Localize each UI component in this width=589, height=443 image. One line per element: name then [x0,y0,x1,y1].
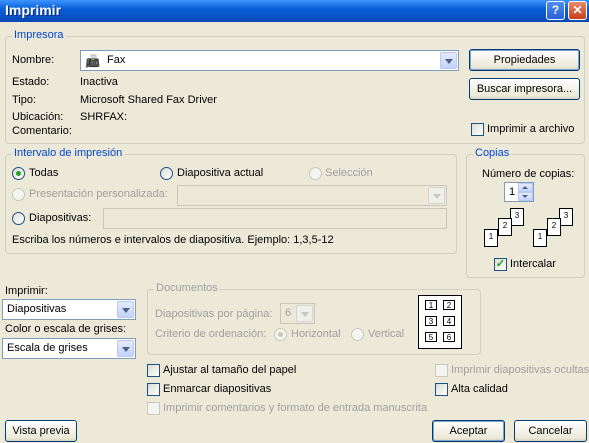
preview-cell: 1 [425,300,437,310]
imprimir-select[interactable]: Diapositivas [2,299,136,320]
cancelar-button[interactable]: Cancelar [514,420,587,442]
diapositivas-label: Diapositivas: [29,212,92,224]
chevron-down-icon[interactable] [440,52,457,69]
title-bar [0,0,589,22]
vertical-label: Vertical [368,328,405,340]
imprimir-value: Diapositivas [7,303,67,315]
enmarcar-checkbox[interactable] [147,383,160,396]
ajustar-checkbox[interactable] [147,364,160,377]
todas-label: Todas [29,167,59,179]
vista-previa-button[interactable]: Vista previa [5,420,77,442]
horizontal-label: Horizontal [291,328,341,340]
imprimir-archivo-checkbox[interactable] [471,123,484,136]
ocultas-checkbox[interactable] [435,364,448,377]
horizontal-radio[interactable] [274,328,287,341]
check-icon: ✓ [495,258,506,270]
ubicacion-value: SHRFAX: [80,111,128,123]
documentos-legend: Documentos [154,282,220,294]
preview-cell: 4 [443,316,455,326]
preview-cell: 5 [425,332,437,342]
presentacion-label: Presentación personalizada: [29,188,168,200]
numero-copias-spinner[interactable]: 1 [504,182,534,202]
aceptar-button[interactable]: Aceptar [432,420,505,442]
seleccion-radio[interactable] [309,167,322,180]
estado-value: Inactiva [80,76,118,88]
intercalar-checkbox[interactable]: ✓ [494,258,507,271]
alta-calidad-label: Alta calidad [451,383,508,395]
buscar-impresora-button[interactable]: Buscar impresora... [469,78,580,100]
color-select[interactable]: Escala de grises [2,338,136,359]
preview-cell: 6 [443,332,455,342]
comentario-label: Comentario: [12,125,72,137]
por-pagina-label: Diapositivas por página: [155,308,273,320]
numero-copias-value: 1 [509,186,516,198]
chevron-down-icon[interactable] [296,305,313,322]
collate-page: 1 [533,229,547,247]
spin-up-icon[interactable] [518,183,533,192]
collate-page: 3 [559,208,573,226]
comentarios-label: Imprimir comentarios y formato de entrad… [163,402,428,414]
spin-down-icon[interactable] [518,192,533,201]
color-label: Color o escala de grises: [5,323,127,335]
intervalo-legend: Intervalo de impresión [12,147,125,159]
selected-dot [16,171,21,176]
impresora-legend: Impresora [12,29,66,41]
ajustar-label: Ajustar al tamaño del papel [163,364,297,376]
preview-cell: 3 [425,316,437,326]
help-button[interactable]: ? [546,1,565,20]
chevron-down-icon[interactable] [428,187,445,204]
diapositiva-actual-label: Diapositiva actual [177,167,264,179]
nombre-value: Fax [107,54,126,66]
close-button[interactable]: ✕ [568,1,587,20]
seleccion-label: Selección [325,167,373,179]
imprimir-label: Imprimir: [5,285,48,297]
alta-calidad-checkbox[interactable] [435,383,448,396]
diapositivas-input[interactable] [103,208,447,229]
presentacion-select[interactable] [177,185,447,206]
criterio-label: Criterio de ordenación: [155,328,267,340]
collate-page: 2 [547,218,561,236]
propiedades-button[interactable]: Propiedades [469,49,580,71]
vertical-radio[interactable] [351,328,364,341]
preview-cell: 2 [443,300,455,310]
diapositivas-radio[interactable] [12,212,25,225]
presentacion-radio[interactable] [12,188,25,201]
diapositiva-actual-radio[interactable] [160,167,173,180]
tipo-value: Microsoft Shared Fax Driver [80,94,217,106]
comentarios-checkbox[interactable] [147,402,160,415]
chevron-down-icon[interactable] [117,340,134,357]
fax-icon: 📠 [85,54,100,68]
selected-dot [278,332,283,337]
ubicacion-label: Ubicación: [12,111,64,123]
ocultas-label: Imprimir diapositivas ocultas [451,364,589,376]
window-title: Imprimir [5,2,62,18]
nombre-label: Nombre: [12,54,55,66]
intervalo-hint: Escriba los números e intervalos de diap… [12,234,334,246]
chevron-down-icon[interactable] [117,301,134,318]
copias-legend: Copias [473,147,512,159]
por-pagina-select[interactable]: 6 [280,303,315,324]
imprimir-archivo-label: Imprimir a archivo [487,123,575,135]
estado-label: Estado: [12,76,50,88]
collate-page: 1 [484,229,498,247]
intercalar-label: Intercalar [510,258,556,270]
enmarcar-label: Enmarcar diapositivas [163,383,272,395]
collate-page: 2 [498,218,512,236]
nombre-select[interactable]: 📠 Fax [80,50,459,71]
por-pagina-value: 6 [285,307,292,319]
numero-copias-label: Número de copias: [482,168,575,180]
tipo-label: Tipo: [12,94,37,106]
handout-preview: 1 2 3 4 5 6 [418,295,462,349]
color-value: Escala de grises [7,342,88,354]
todas-radio[interactable] [12,167,25,180]
collate-page: 3 [510,208,524,226]
